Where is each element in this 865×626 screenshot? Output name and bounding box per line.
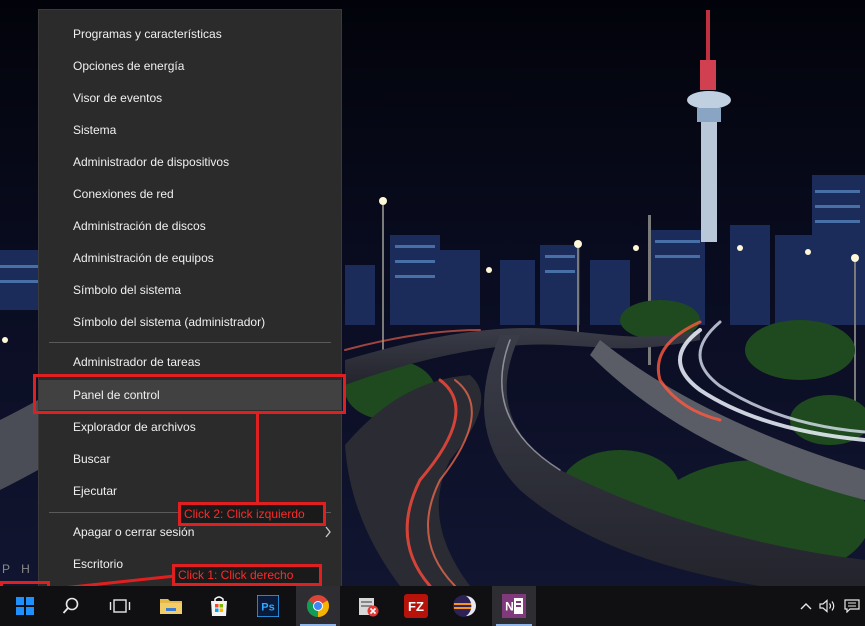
tray-volume[interactable] (817, 586, 839, 626)
menu-item-file-explorer[interactable]: Explorador de archivos (39, 412, 341, 442)
taskbar-store[interactable] (197, 586, 241, 626)
menu-item-system[interactable]: Sistema (39, 115, 341, 145)
menu-separator (49, 342, 331, 343)
start-button[interactable] (3, 586, 47, 626)
eclipse-icon (453, 595, 476, 617)
taskbar-app[interactable] (346, 586, 390, 626)
menu-item-programs-features[interactable]: Programas y características (39, 19, 341, 49)
menu-item-task-manager[interactable]: Administrador de tareas (39, 347, 341, 377)
menu-item-disk-management[interactable]: Administración de discos (39, 211, 341, 241)
file-explorer-icon (160, 599, 182, 614)
annotation-click2-label: Click 2: Click izquierdo (178, 502, 326, 526)
menu-item-computer-management[interactable]: Administración de equipos (39, 243, 341, 273)
taskbar: Ps FZ N (0, 586, 865, 626)
menu-item-label: Apagar o cerrar sesión (73, 525, 195, 539)
menu-item-command-prompt-admin[interactable]: Símbolo del sistema (administrador) (39, 307, 341, 337)
volume-icon (819, 599, 835, 613)
action-center-icon (844, 599, 860, 613)
task-view-button[interactable] (98, 586, 142, 626)
search-icon (62, 597, 79, 614)
app-icon (359, 598, 379, 617)
taskbar-chrome[interactable] (296, 586, 340, 626)
taskbar-filezilla[interactable]: FZ (394, 586, 438, 626)
photoshop-label: Ps (261, 602, 274, 614)
store-icon (211, 596, 227, 616)
photoshop-icon: Ps (257, 595, 279, 617)
taskbar-photoshop[interactable]: Ps (246, 586, 290, 626)
taskbar-onenote[interactable]: N (492, 586, 536, 626)
taskbar-eclipse[interactable] (442, 586, 486, 626)
winx-context-menu: Programas y características Opciones de … (38, 9, 342, 587)
start-icon (16, 597, 34, 615)
filezilla-icon: FZ (404, 594, 428, 618)
control-panel-highlight-box (33, 374, 346, 414)
menu-item-command-prompt[interactable]: Símbolo del sistema (39, 275, 341, 305)
menu-item-event-viewer[interactable]: Visor de eventos (39, 83, 341, 113)
task-view-icon (109, 599, 131, 613)
tray-show-hidden-icons[interactable] (796, 586, 816, 626)
menu-item-device-manager[interactable]: Administrador de dispositivos (39, 147, 341, 177)
tray-action-center[interactable] (841, 586, 863, 626)
menu-item-network-connections[interactable]: Conexiones de red (39, 179, 341, 209)
menu-item-search[interactable]: Buscar (39, 444, 341, 474)
chevron-up-icon (800, 603, 812, 610)
search-button[interactable] (49, 586, 93, 626)
onenote-label: N (505, 600, 514, 614)
taskbar-file-explorer[interactable] (149, 586, 193, 626)
menu-item-power-options[interactable]: Opciones de energía (39, 51, 341, 81)
onenote-icon: N (502, 594, 526, 618)
filezilla-label: FZ (408, 599, 424, 614)
chrome-icon (307, 595, 329, 617)
annotation-connector-line (256, 412, 259, 504)
